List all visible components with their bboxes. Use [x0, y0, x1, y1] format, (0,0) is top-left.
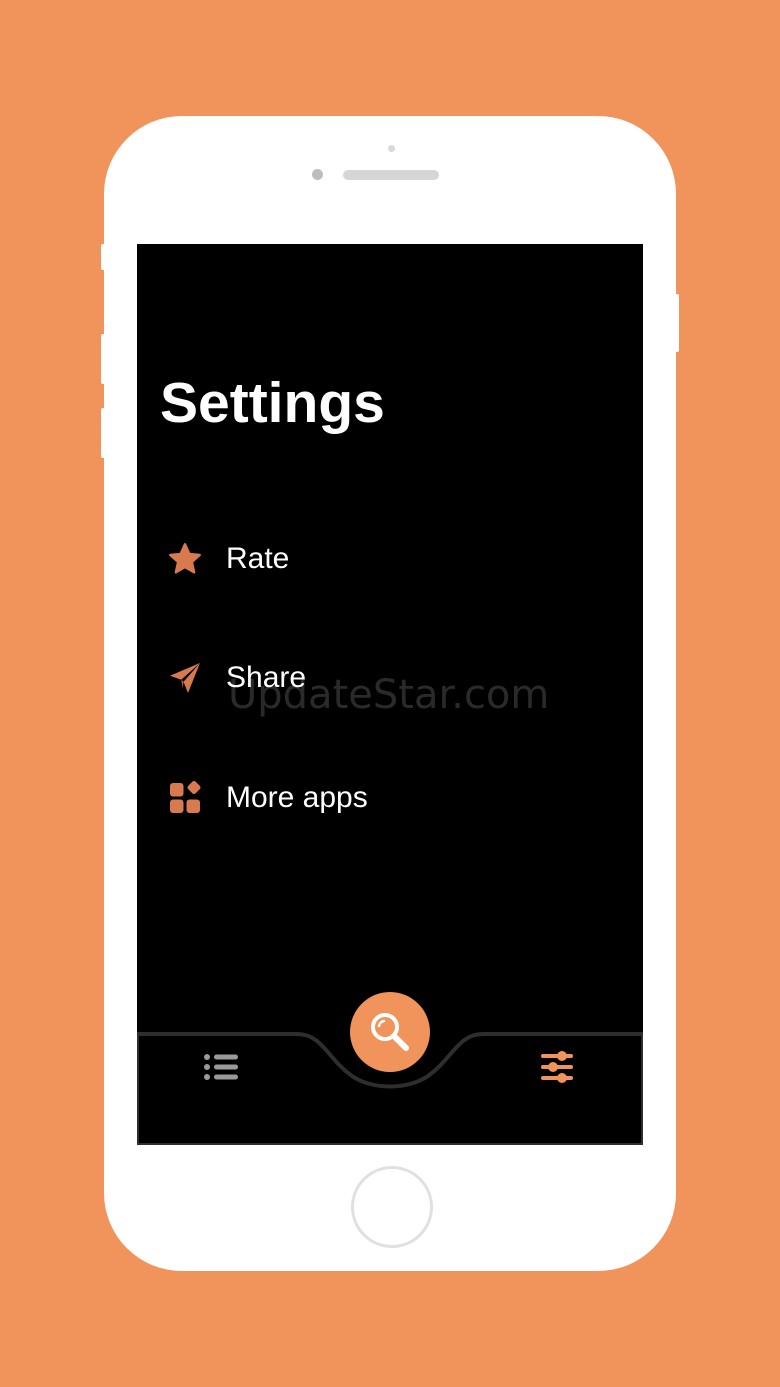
- search-icon: [371, 1013, 409, 1051]
- search-button[interactable]: [350, 992, 430, 1072]
- menu-item-label: More apps: [226, 781, 368, 814]
- page-title: Settings: [160, 371, 385, 435]
- tab-list[interactable]: [201, 1049, 241, 1085]
- apps-grid-icon: [165, 778, 205, 818]
- menu-item-more-apps[interactable]: More apps: [165, 773, 605, 823]
- list-icon: [204, 1054, 238, 1080]
- front-camera: [388, 145, 395, 152]
- proximity-sensor: [312, 169, 323, 180]
- home-button[interactable]: [351, 1166, 433, 1248]
- star-icon: [165, 539, 205, 579]
- earpiece-speaker: [343, 170, 439, 180]
- paper-plane-icon: [165, 658, 205, 698]
- app-screen: Settings Rate Share More apps UpdateStar…: [137, 244, 643, 1145]
- menu-item-label: Rate: [226, 542, 290, 575]
- sliders-icon: [541, 1051, 573, 1083]
- menu-item-share[interactable]: Share: [165, 653, 605, 703]
- menu-item-rate[interactable]: Rate: [165, 534, 605, 584]
- tab-settings[interactable]: [537, 1047, 577, 1087]
- menu-item-label: Share: [226, 661, 307, 694]
